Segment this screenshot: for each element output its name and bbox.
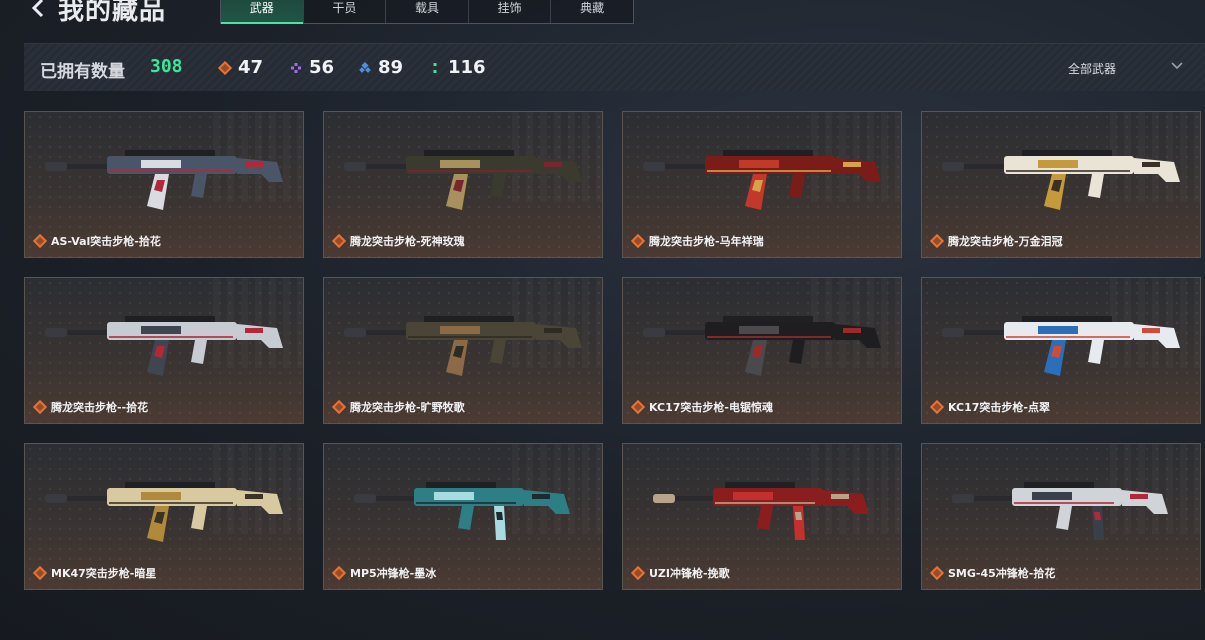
weapon-image [942,316,1180,376]
rarity-green-count: 116 [428,57,486,78]
orange-rarity-icon [630,565,646,581]
weapon-card[interactable]: 腾龙突击步枪-马年祥瑞 [622,111,902,258]
header: 我的藏品 武器 干员 载具 挂饰 典藏 [0,0,1205,26]
weapon-filter-select[interactable]: 全部武器 [1068,60,1116,77]
weapon-label: 腾龙突击步枪-旷野牧歌 [331,399,465,415]
weapon-image [643,150,881,210]
weapon-card[interactable]: 腾龙突击步枪--拾花 [24,277,304,424]
weapon-label: MK47突击步枪-暗星 [32,565,157,581]
tab-operators[interactable]: 干员 [304,0,387,23]
orange-diamond-icon [218,60,232,75]
orange-rarity-icon [331,233,347,249]
tab-charms[interactable]: 挂饰 [469,0,552,23]
weapon-label: KC17突击步枪-点翠 [929,399,1050,415]
blue-diamond-icon [359,61,371,73]
weapon-card[interactable]: SMG-45冲锋枪-拾花 [921,443,1201,590]
weapon-card[interactable]: 腾龙突击步枪-万金泪冠 [921,111,1201,258]
weapon-card[interactable]: KC17突击步枪-点翠 [921,277,1201,424]
weapon-card[interactable]: AS-Val突击步枪-拾花 [24,111,304,258]
weapon-label: MP5冲锋枪-墨冰 [331,565,437,581]
weapon-card[interactable]: MK47突击步枪-暗星 [24,443,304,590]
weapon-label: 腾龙突击步枪-万金泪冠 [929,233,1063,249]
purple-diamond-icon [291,62,301,73]
orange-rarity-icon [929,399,945,415]
weapon-name: MK47突击步枪-暗星 [51,567,157,580]
weapon-name: MP5冲锋枪-墨冰 [350,567,437,580]
orange-rarity-icon [630,233,646,249]
weapon-label: AS-Val突击步枪-拾花 [32,233,161,249]
page-title: 我的藏品 [58,0,167,26]
owned-count: 308 [150,56,183,77]
weapon-card[interactable]: UZI冲锋枪-挽歌 [622,443,902,590]
chevron-left-icon [31,0,44,18]
green-dots-icon [433,62,437,73]
weapon-image [344,316,582,376]
weapon-name: UZI冲锋枪-挽歌 [649,567,730,580]
tab-weapons[interactable]: 武器 [221,0,304,24]
orange-rarity-icon [331,565,347,581]
weapon-image [45,316,283,376]
orange-rarity-icon [331,399,347,415]
weapon-card[interactable]: KC17突击步枪-电锯惊魂 [622,277,902,424]
weapon-image [45,150,283,210]
weapon-image [653,482,869,540]
weapon-label: 腾龙突击步枪-马年祥瑞 [630,233,764,249]
orange-rarity-icon [32,399,48,415]
weapon-name: 腾龙突击步枪--拾花 [51,401,149,414]
weapon-name: 腾龙突击步枪-死神玫瑰 [350,235,465,248]
stats-bar: 已拥有数量 308 47 56 89 116 全部武器 [24,43,1205,91]
weapon-label: 腾龙突击步枪--拾花 [32,399,149,415]
weapon-label: 腾龙突击步枪-死神玫瑰 [331,233,465,249]
weapon-label: SMG-45冲锋枪-拾花 [929,565,1056,581]
owned-label: 已拥有数量 [40,62,125,82]
category-tabs: 武器 干员 载具 挂饰 典藏 [220,0,634,24]
back-button[interactable] [26,0,50,22]
weapon-image [643,316,881,376]
tab-vehicles[interactable]: 载具 [386,0,469,23]
orange-rarity-icon [630,399,646,415]
weapon-card[interactable]: 腾龙突击步枪-旷野牧歌 [323,277,603,424]
weapon-name: SMG-45冲锋枪-拾花 [948,567,1056,580]
weapon-grid: AS-Val突击步枪-拾花 腾龙突击步枪-死神玫瑰 腾龙突击步枪-马年祥瑞 腾龙… [24,111,1201,590]
orange-rarity-icon [32,565,48,581]
weapon-label: KC17突击步枪-电锯惊魂 [630,399,773,415]
weapon-label: UZI冲锋枪-挽歌 [630,565,730,581]
orange-rarity-icon [929,565,945,581]
weapon-card[interactable]: MP5冲锋枪-墨冰 [323,443,603,590]
rarity-blue-count: 89 [358,57,403,78]
weapon-image [942,150,1180,210]
weapon-name: KC17突击步枪-点翠 [948,401,1050,414]
weapon-image [45,482,283,542]
weapon-name: 腾龙突击步枪-旷野牧歌 [350,401,465,414]
weapon-card[interactable]: 腾龙突击步枪-死神玫瑰 [323,111,603,258]
chevron-down-icon[interactable] [1170,61,1184,71]
orange-rarity-icon [929,233,945,249]
weapon-name: 腾龙突击步枪-万金泪冠 [948,235,1063,248]
weapon-image [354,482,570,540]
weapon-image [344,150,582,210]
rarity-purple-count: 56 [289,57,334,78]
tab-collection[interactable]: 典藏 [551,0,633,23]
orange-rarity-icon [32,233,48,249]
rarity-orange-count: 47 [218,57,263,78]
weapon-image [952,482,1168,540]
weapon-name: KC17突击步枪-电锯惊魂 [649,401,773,414]
weapon-name: AS-Val突击步枪-拾花 [51,235,161,248]
weapon-name: 腾龙突击步枪-马年祥瑞 [649,235,764,248]
